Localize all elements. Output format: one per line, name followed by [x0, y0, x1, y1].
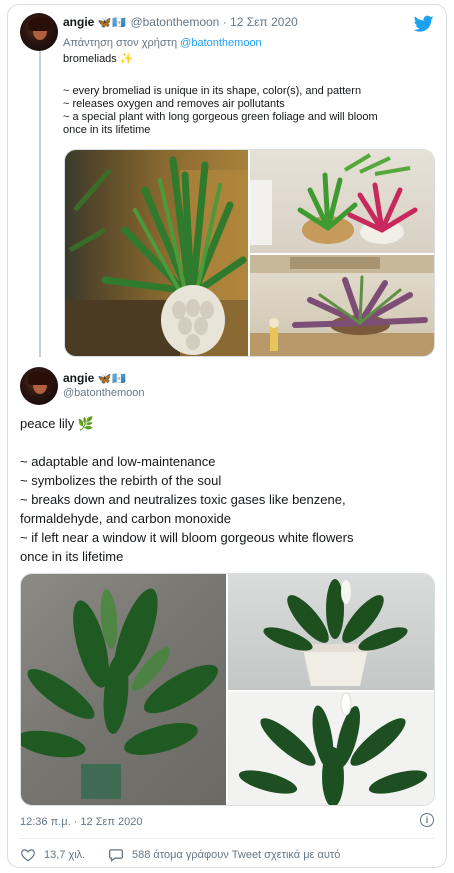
tweet1-media-grid [64, 149, 435, 357]
tweet1-line-2: ~ releases oxygen and removes air pollut… [63, 98, 285, 110]
flag-emojis: 🦋🇬🇹 [97, 373, 128, 385]
tweet-card: angie 🦋🇬🇹 @batonthemoon · 12 Σεπ 2020 Απ… [7, 4, 447, 868]
handle[interactable]: @batonthemoon [63, 387, 145, 399]
info-icon[interactable]: i [420, 813, 434, 827]
tweet2-line-6: once in its lifetime [20, 549, 124, 564]
reply-to-line: Απάντηση στον χρήστη @batonthemoon [63, 37, 262, 49]
avatar[interactable] [20, 13, 58, 51]
footer-divider [20, 838, 434, 839]
media-photo[interactable] [228, 574, 434, 690]
tweet2-line-2: ~ symbolizes the rebirth of the soul [20, 473, 222, 488]
twitter-logo-icon[interactable] [414, 15, 434, 33]
reply-prefix: Απάντηση στον χρήστη [63, 37, 178, 49]
media-photo[interactable] [250, 150, 434, 253]
tweet2-title: peace lily 🌿 [20, 416, 94, 431]
conversation-action[interactable]: 588 άτομα γράφουν Tweet σχετικά με αυτό [108, 848, 340, 862]
media-photo[interactable] [228, 692, 434, 805]
heart-icon [21, 849, 35, 862]
tweet2-line-1: ~ adaptable and low-maintenance [20, 454, 216, 469]
tweet2-media-grid [20, 573, 435, 806]
avatar[interactable] [20, 367, 58, 405]
tweet1-line-1: ~ every bromeliad is unique in its shape… [63, 85, 362, 97]
dot-separator: · [222, 15, 227, 29]
tweet2-header: angie 🦋🇬🇹 [63, 371, 127, 385]
like-action[interactable]: 13,7 χιλ. [20, 848, 85, 862]
conversation-text: 588 άτομα γράφουν Tweet σχετικά με αυτό [132, 849, 341, 861]
tweet1-header: angie 🦋🇬🇹 @batonthemoon · 12 Σεπ 2020 [63, 15, 298, 29]
tweet1-line-3: ~ a special plant with long gorgeous gre… [63, 111, 378, 123]
flag-emojis: 🦋🇬🇹 [97, 17, 128, 29]
tweet-date[interactable]: 12 Σεπ 2020 [230, 15, 298, 29]
handle[interactable]: @batonthemoon [130, 15, 219, 29]
media-photo[interactable] [250, 255, 434, 356]
comment-bubble-icon [109, 849, 123, 862]
display-name[interactable]: angie [63, 371, 94, 385]
reply-handle-link[interactable]: @batonthemoon [180, 37, 262, 49]
like-count: 13,7 χιλ. [44, 849, 86, 861]
tweet2-line-4: formaldehyde, and carbon monoxide [20, 511, 232, 526]
thread-line [39, 51, 41, 357]
tweet2-line-3: ~ breaks down and neutralizes toxic gase… [20, 492, 346, 507]
tweet1-title: bromeliads ✨ [63, 53, 134, 65]
display-name[interactable]: angie [63, 15, 94, 29]
media-photo[interactable] [21, 574, 226, 805]
tweet2-line-5: ~ if left near a window it will bloom go… [20, 530, 354, 545]
tweet-timestamp[interactable]: 12:36 π.μ. · 12 Σεπ 2020 [20, 816, 143, 828]
media-photo[interactable] [65, 150, 248, 356]
tweet1-line-4: once in its lifetime [63, 124, 151, 136]
